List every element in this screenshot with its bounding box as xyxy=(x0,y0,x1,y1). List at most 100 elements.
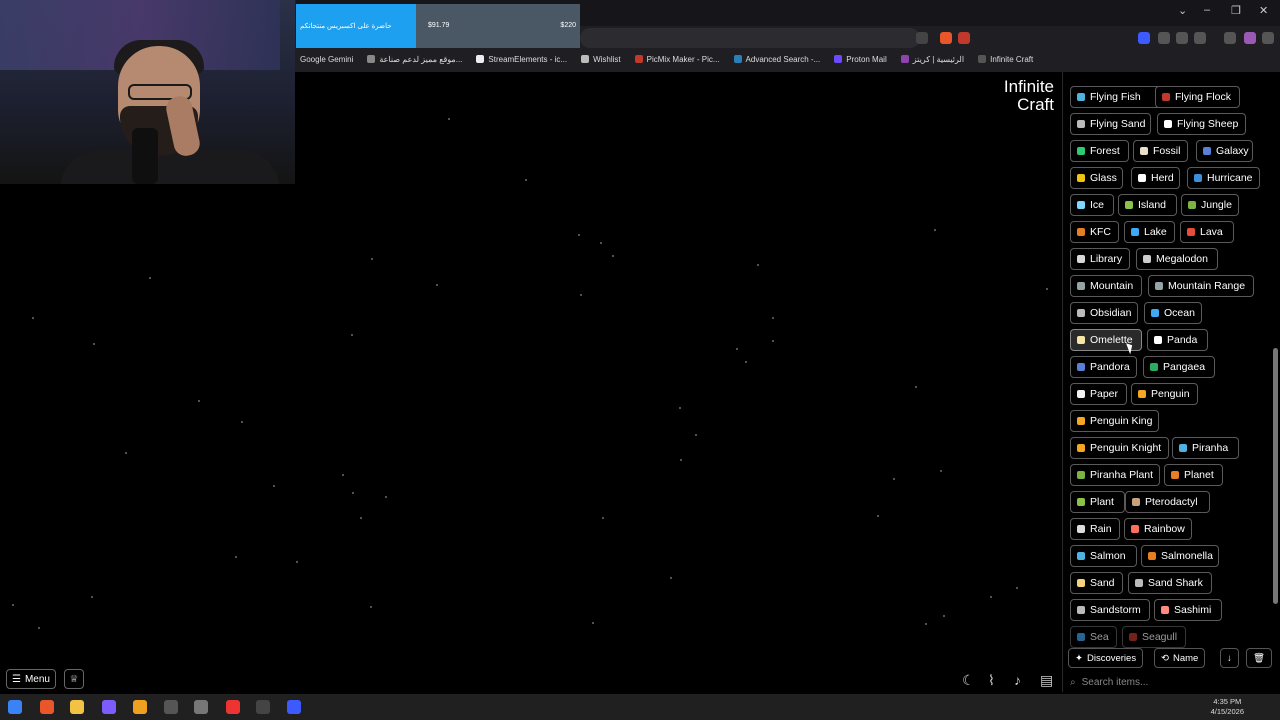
dark-mode-icon[interactable]: ☾ xyxy=(962,672,975,689)
windows-start-icon[interactable] xyxy=(8,700,22,714)
sound-icon[interactable]: ♪ xyxy=(1014,672,1021,688)
bookmark-item[interactable]: Proton Mail xyxy=(834,55,887,64)
maximize-icon[interactable]: ❐ xyxy=(1231,4,1241,17)
sidebar-item-piranha[interactable]: Piranha xyxy=(1172,437,1239,459)
rewards-icon[interactable] xyxy=(958,32,970,44)
close-icon[interactable]: ✕ xyxy=(1259,4,1268,17)
sidebar-item-penguin-king[interactable]: Penguin King xyxy=(1070,410,1159,432)
sidebar-item-ocean[interactable]: Ocean xyxy=(1144,302,1202,324)
app-icon[interactable] xyxy=(226,700,240,714)
sidebar-icon[interactable] xyxy=(1194,32,1206,44)
address-bar[interactable] xyxy=(580,28,920,48)
sidebar-item-sand[interactable]: Sand xyxy=(1070,572,1123,594)
sort-button[interactable]: ⟲ Name xyxy=(1154,648,1206,668)
sidebar-item-penguin-knight[interactable]: Penguin Knight xyxy=(1070,437,1169,459)
profile-icon[interactable] xyxy=(1244,32,1256,44)
hamburger-menu-icon[interactable] xyxy=(1262,32,1274,44)
sidebar-tabs: ✦ Discoveries ⟲ Name ↓ 🗑 xyxy=(1062,648,1280,668)
bookmark-item[interactable]: Wishlist xyxy=(581,55,621,64)
app-icon[interactable] xyxy=(102,700,116,714)
bookmark-item[interactable]: موقع مميز لدعم صناعة... xyxy=(367,55,462,64)
sidebar-item-salmon[interactable]: Salmon xyxy=(1070,545,1137,567)
tab-discoveries[interactable]: ✦ Discoveries xyxy=(1068,648,1144,668)
sidebar-item-pandora[interactable]: Pandora xyxy=(1070,356,1137,378)
bookmark-item[interactable]: Advanced Search -... xyxy=(733,55,820,64)
sidebar-item-fossil[interactable]: Fossil xyxy=(1133,140,1188,162)
sidebar-item-mountain[interactable]: Mountain xyxy=(1070,275,1142,297)
sidebar-item-sashimi[interactable]: Sashimi xyxy=(1154,599,1222,621)
settings-icon[interactable] xyxy=(1158,32,1170,44)
sidebar-item-penguin[interactable]: Penguin xyxy=(1131,383,1198,405)
bookmark-icon xyxy=(733,55,742,63)
puzzle-icon[interactable] xyxy=(1176,32,1188,44)
sidebar-item-label: Penguin xyxy=(1151,388,1190,400)
sidebar-item-plant[interactable]: Plant xyxy=(1070,491,1125,513)
bookmark-item[interactable]: StreamElements - ic... xyxy=(476,55,567,64)
notes-icon[interactable]: ▤ xyxy=(1040,672,1053,689)
app-icon[interactable] xyxy=(194,700,208,714)
app-icon[interactable] xyxy=(287,700,301,714)
sidebar-item-forest[interactable]: Forest xyxy=(1070,140,1129,162)
brave-shield-icon[interactable] xyxy=(940,32,952,44)
sidebar-item-sandstorm[interactable]: Sandstorm xyxy=(1070,599,1150,621)
trophy-button[interactable]: ♕ xyxy=(64,669,84,689)
explorer-icon[interactable] xyxy=(70,700,84,714)
sidebar-item-library[interactable]: Library xyxy=(1070,248,1130,270)
sidebar-item-glass[interactable]: Glass xyxy=(1070,167,1123,189)
sidebar-item-salmonella[interactable]: Salmonella xyxy=(1141,545,1219,567)
delete-button[interactable]: 🗑 xyxy=(1246,648,1273,668)
extension-icon[interactable] xyxy=(1138,32,1150,44)
sidebar-item-jungle[interactable]: Jungle xyxy=(1181,194,1239,216)
broom-icon[interactable]: ⌇ xyxy=(988,672,995,689)
sidebar-item-piranha-plant[interactable]: Piranha Plant xyxy=(1070,464,1160,486)
sidebar-item-planet[interactable]: Planet xyxy=(1164,464,1223,486)
sidebar-item-pangaea[interactable]: Pangaea xyxy=(1143,356,1215,378)
sidebar-item-obsidian[interactable]: Obsidian xyxy=(1070,302,1138,324)
sidebar-item-panda[interactable]: Panda xyxy=(1147,329,1208,351)
minimize-icon[interactable]: – xyxy=(1204,4,1210,16)
menu-button[interactable]: ☰ Menu xyxy=(6,669,56,689)
bookmark-item[interactable]: Infinite Craft xyxy=(978,55,1033,64)
bookmark-item[interactable]: Google Gemini xyxy=(300,55,353,64)
sidebar-item-megalodon[interactable]: Megalodon xyxy=(1136,248,1218,270)
bookmark-item[interactable]: الرئيسية | كريتز xyxy=(900,55,964,64)
obs-icon[interactable] xyxy=(256,700,270,714)
download-icon[interactable] xyxy=(1224,32,1236,44)
sidebar-item-seagull[interactable]: Seagull xyxy=(1122,626,1186,648)
sidebar-scrollbar[interactable] xyxy=(1273,348,1278,604)
sidebar-item-sand-shark[interactable]: Sand Shark xyxy=(1128,572,1212,594)
system-clock[interactable]: 4:35 PM 4/15/2026 xyxy=(1211,697,1244,717)
element-icon xyxy=(1194,174,1202,182)
sidebar-item-kfc[interactable]: KFC xyxy=(1070,221,1119,243)
app-icon[interactable] xyxy=(164,700,178,714)
sidebar-item-lava[interactable]: Lava xyxy=(1180,221,1234,243)
tab-discoveries-label: Discoveries xyxy=(1086,652,1137,664)
sidebar-item-ice[interactable]: Ice xyxy=(1070,194,1114,216)
chevron-down-icon[interactable]: ⌄ xyxy=(1178,4,1187,17)
sidebar-item-pterodactyl[interactable]: Pterodactyl xyxy=(1125,491,1210,513)
sidebar-item-hurricane[interactable]: Hurricane xyxy=(1187,167,1260,189)
sidebar-item-herd[interactable]: Herd xyxy=(1131,167,1180,189)
bookmark-item[interactable]: PicMix Maker - Pic... xyxy=(634,55,720,64)
sidebar-item-mountain-range[interactable]: Mountain Range xyxy=(1148,275,1254,297)
element-icon xyxy=(1077,471,1085,479)
sidebar-item-sea[interactable]: Sea xyxy=(1070,626,1117,648)
brave-icon[interactable] xyxy=(40,700,54,714)
sidebar-item-rainbow[interactable]: Rainbow xyxy=(1124,518,1192,540)
sidebar-item-flying-sheep[interactable]: Flying Sheep xyxy=(1157,113,1246,135)
sidebar-item-lake[interactable]: Lake xyxy=(1124,221,1175,243)
star-dot xyxy=(580,294,582,296)
search-input[interactable]: ⌕ Search items... xyxy=(1062,672,1280,692)
star-dot xyxy=(679,407,681,409)
sidebar-item-paper[interactable]: Paper xyxy=(1070,383,1127,405)
sidebar-item-rain[interactable]: Rain xyxy=(1070,518,1120,540)
sort-direction-button[interactable]: ↓ xyxy=(1220,648,1239,668)
sidebar-item-flying-flock[interactable]: Flying Flock xyxy=(1155,86,1240,108)
bookmark-icon xyxy=(476,55,485,63)
app-icon[interactable] xyxy=(133,700,147,714)
sidebar-item-island[interactable]: Island xyxy=(1118,194,1177,216)
share-icon[interactable] xyxy=(916,32,928,44)
sidebar-item-flying-fish[interactable]: Flying Fish xyxy=(1070,86,1166,108)
sidebar-item-flying-sand[interactable]: Flying Sand xyxy=(1070,113,1151,135)
sidebar-item-galaxy[interactable]: Galaxy xyxy=(1196,140,1253,162)
